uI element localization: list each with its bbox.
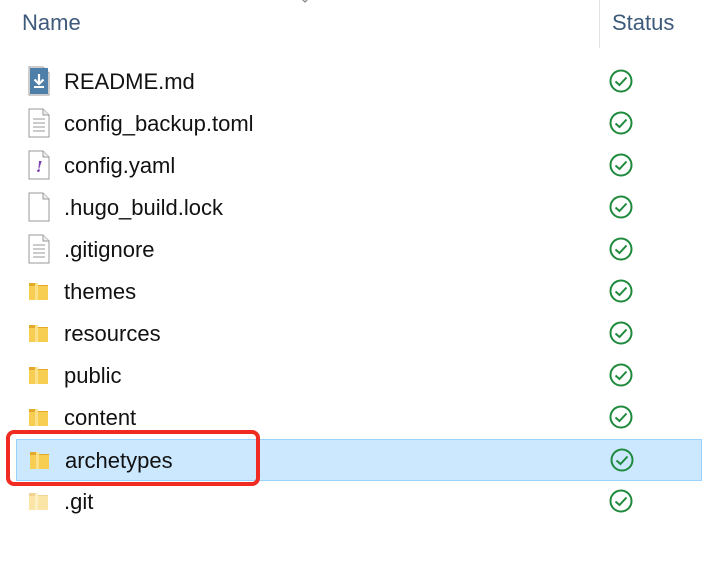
file-row[interactable]: public bbox=[16, 355, 702, 397]
column-header-name[interactable]: Name bbox=[22, 10, 81, 36]
sort-chevron-icon bbox=[302, 0, 308, 3]
folder-icon bbox=[26, 318, 52, 348]
text-file-icon bbox=[26, 108, 52, 138]
text-file-icon bbox=[26, 234, 52, 264]
sync-status-check-icon bbox=[608, 278, 634, 304]
blank-file-icon bbox=[26, 192, 52, 222]
markdown-download-icon bbox=[26, 66, 52, 96]
file-name: .git bbox=[64, 489, 94, 514]
file-row[interactable]: config_backup.toml bbox=[16, 103, 702, 145]
file-name: public bbox=[64, 363, 122, 388]
file-row[interactable]: resources bbox=[16, 313, 702, 355]
folder-icon bbox=[26, 402, 52, 432]
file-row[interactable]: themes bbox=[16, 271, 702, 313]
sync-status-check-icon bbox=[608, 236, 634, 262]
file-name: .hugo_build.lock bbox=[64, 195, 224, 220]
file-name: config.yaml bbox=[64, 153, 176, 178]
file-row[interactable]: .hugo_build.lock bbox=[16, 187, 702, 229]
file-name: README.md bbox=[64, 69, 195, 94]
file-row[interactable]: README.md bbox=[16, 61, 702, 103]
folder-icon bbox=[26, 276, 52, 306]
file-name: themes bbox=[64, 279, 137, 304]
file-name: resources bbox=[64, 321, 161, 346]
file-name: content bbox=[64, 405, 137, 430]
sync-status-check-icon bbox=[608, 194, 634, 220]
sync-status-check-icon bbox=[609, 447, 635, 473]
sync-status-check-icon bbox=[608, 362, 634, 388]
column-header-status[interactable]: Status bbox=[612, 10, 674, 36]
sync-status-check-icon bbox=[608, 488, 634, 514]
file-name: .gitignore bbox=[64, 237, 155, 262]
file-row[interactable]: .git bbox=[16, 481, 702, 523]
yaml-file-icon: ! bbox=[26, 150, 52, 180]
sync-status-check-icon bbox=[608, 152, 634, 178]
annotation-highlight-box bbox=[6, 430, 260, 486]
file-row[interactable]: ! config.yaml bbox=[16, 145, 702, 187]
svg-text:!: ! bbox=[36, 158, 43, 176]
sync-status-check-icon bbox=[608, 68, 634, 94]
folder-icon bbox=[26, 360, 52, 390]
file-name: config_backup.toml bbox=[64, 111, 254, 136]
file-row[interactable]: .gitignore bbox=[16, 229, 702, 271]
hidden-folder-icon bbox=[26, 486, 52, 516]
sync-status-check-icon bbox=[608, 110, 634, 136]
column-divider[interactable] bbox=[599, 0, 600, 48]
sync-status-check-icon bbox=[608, 404, 634, 430]
sync-status-check-icon bbox=[608, 320, 634, 346]
column-header-bar: Name Status bbox=[0, 0, 703, 48]
